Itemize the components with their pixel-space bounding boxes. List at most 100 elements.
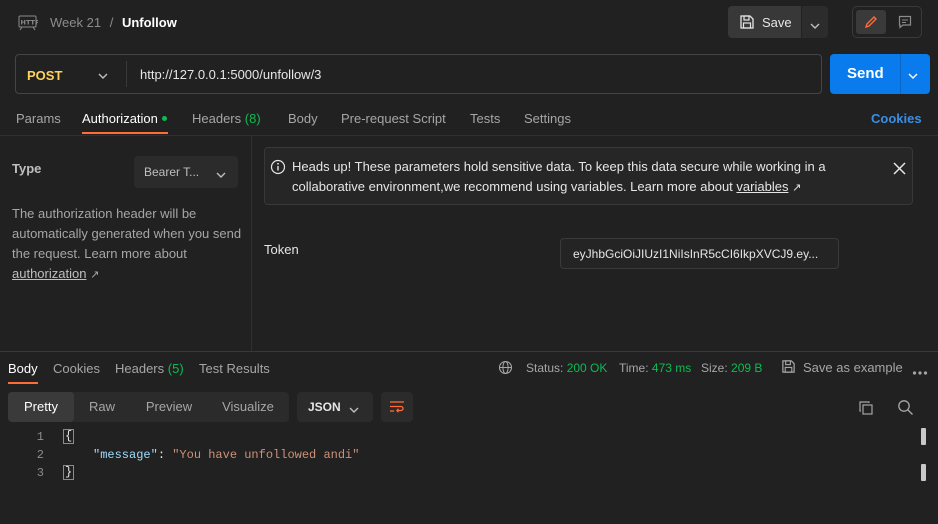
response-headers-count: (5) — [167, 361, 184, 376]
view-preview[interactable]: Preview — [136, 392, 202, 422]
chevron-down-icon — [349, 402, 359, 417]
format-select[interactable]: JSON — [297, 392, 373, 422]
active-tab-indicator — [82, 132, 168, 134]
response-size[interactable]: Size: 209 B — [701, 361, 762, 375]
external-link-icon: ↗ — [792, 182, 802, 194]
top-bar: HTTP Week 21 / Unfollow Save — [0, 0, 938, 46]
request-name[interactable]: Unfollow — [122, 15, 177, 30]
http-request-icon: HTTP — [18, 13, 40, 31]
auth-description-line: The authorization header will be — [12, 206, 197, 221]
tab-prerequest-script[interactable]: Pre-request Script — [341, 111, 446, 126]
active-tab-indicator — [8, 382, 38, 384]
token-input[interactable]: eyJhbGciOiJIUzI1NiIsInR5cCI6IkpXVCJ9.ey.… — [560, 238, 839, 269]
tab-headers-label: Headers — [192, 111, 242, 126]
pane-divider — [251, 136, 252, 351]
tab-authorization[interactable]: Authorization — [82, 111, 167, 126]
view-pretty[interactable]: Pretty — [8, 392, 74, 422]
divider — [0, 135, 938, 136]
save-disk-icon — [739, 14, 755, 33]
response-tab-test-results[interactable]: Test Results — [199, 361, 270, 376]
auth-description: The authorization header will be automat… — [12, 204, 244, 285]
scrollbar-marker[interactable] — [921, 464, 926, 481]
warning-text: Heads up! These parameters hold sensitiv… — [292, 157, 852, 198]
headers-count: (8) — [244, 111, 261, 126]
response-tab-body[interactable]: Body — [8, 361, 38, 376]
time-value: 473 ms — [651, 361, 692, 375]
size-value: 209 B — [731, 361, 763, 375]
info-icon — [270, 159, 286, 178]
copy-icon[interactable] — [858, 400, 874, 419]
line-number: 2 — [36, 448, 44, 462]
save-button[interactable]: Save — [728, 6, 801, 38]
wrap-lines-button[interactable] — [381, 392, 413, 422]
divider — [126, 61, 127, 87]
warning-line: Heads up! These parameters hold sensitiv… — [292, 159, 826, 174]
scrollbar-marker[interactable] — [921, 428, 926, 445]
method-select[interactable]: POST — [27, 68, 62, 83]
breadcrumb-separator: / — [109, 15, 114, 30]
line-number: 1 — [36, 430, 44, 444]
breadcrumb: Week 21 / Unfollow — [50, 15, 177, 30]
sensitive-data-warning: Heads up! These parameters hold sensitiv… — [264, 147, 913, 205]
close-icon[interactable] — [893, 162, 906, 178]
globe-icon[interactable] — [498, 360, 513, 378]
tab-params[interactable]: Params — [16, 111, 61, 126]
auth-type-label: Type — [12, 161, 42, 176]
tab-headers[interactable]: Headers (8) — [192, 111, 261, 126]
json-open-brace: { — [63, 429, 75, 444]
json-close-brace: } — [63, 465, 75, 480]
response-tab-headers-label: Headers — [115, 361, 165, 376]
authorization-learn-more-link[interactable]: authorization — [12, 266, 86, 281]
tab-settings[interactable]: Settings — [524, 111, 571, 126]
breadcrumb-collection[interactable]: Week 21 — [50, 15, 101, 30]
send-label: Send — [847, 65, 884, 82]
size-label: Size: — [701, 361, 728, 375]
cookies-link[interactable]: Cookies — [871, 111, 922, 126]
response-tab-cookies[interactable]: Cookies — [53, 361, 100, 376]
tab-body[interactable]: Body — [288, 111, 318, 126]
comment-icon — [898, 15, 912, 32]
tab-authorization-label: Authorization — [82, 111, 158, 126]
json-key: "message" — [93, 448, 158, 462]
response-status[interactable]: Status: 200 OK — [526, 361, 607, 375]
auth-description-line: the request. Learn more about — [12, 246, 187, 261]
chevron-down-icon[interactable] — [98, 68, 108, 83]
url-input[interactable]: http://127.0.0.1:5000/unfollow/3 — [140, 67, 321, 82]
variables-link[interactable]: variables — [736, 179, 788, 194]
save-as-example-button[interactable]: Save as example — [803, 360, 903, 375]
time-label: Time: — [619, 361, 649, 375]
json-string-value: "You have unfollowed andi" — [172, 448, 360, 462]
view-visualize[interactable]: Visualize — [214, 392, 282, 422]
view-raw[interactable]: Raw — [80, 392, 124, 422]
auth-type-select[interactable]: Bearer T... — [134, 156, 238, 188]
search-icon[interactable] — [897, 399, 914, 419]
line-number: 3 — [36, 466, 44, 480]
response-time[interactable]: Time: 473 ms — [619, 361, 691, 375]
view-mode-toggle — [852, 6, 922, 38]
chevron-down-icon — [216, 167, 226, 182]
edit-mode-button[interactable] — [856, 10, 886, 34]
documentation-mode-button[interactable] — [890, 10, 920, 34]
json-line: "message": "You have unfollowed andi" — [93, 448, 359, 462]
save-options-button[interactable] — [802, 6, 828, 38]
svg-text:HTTP: HTTP — [21, 19, 39, 27]
warning-line: collaborative environment,we recommend u… — [292, 179, 733, 194]
pencil-icon — [864, 15, 878, 32]
status-value: 200 OK — [566, 361, 608, 375]
external-link-icon: ↗ — [90, 269, 100, 281]
active-indicator-dot — [161, 116, 167, 122]
wrap-lines-icon — [389, 400, 405, 417]
json-colon: : — [157, 448, 173, 462]
send-button[interactable]: Send — [830, 54, 930, 94]
response-tab-headers[interactable]: Headers (5) — [115, 361, 184, 376]
save-disk-icon[interactable] — [781, 359, 796, 377]
tab-tests[interactable]: Tests — [470, 111, 500, 126]
save-label: Save — [762, 15, 792, 30]
auth-description-line: automatically generated when you send — [12, 226, 242, 241]
divider — [900, 54, 901, 94]
more-options-icon[interactable] — [912, 364, 928, 379]
divider — [0, 351, 938, 352]
chevron-down-icon[interactable] — [908, 68, 918, 83]
status-label: Status: — [526, 361, 564, 375]
chevron-down-icon — [810, 18, 820, 33]
